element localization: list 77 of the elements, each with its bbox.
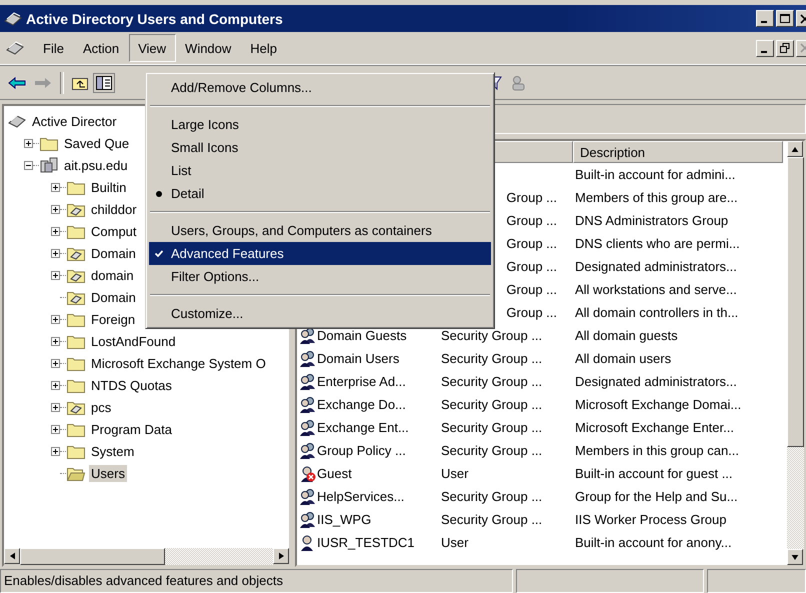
table-cell: Microsoft Exchange Enter... [575,420,734,435]
status-text: Enables/disables advanced features and objects [0,569,513,593]
table-cell: IIS Worker Process Group [575,512,726,527]
table-cell: Built-in account for guest ... [575,466,733,481]
tree-item[interactable]: Saved Que [62,134,132,152]
table-cell: Security Group ... [441,328,542,343]
menu-item[interactable]: File [34,34,74,62]
tree-item[interactable]: Microsoft Exchange System O [89,354,268,372]
table-cell: Group ... [506,190,557,205]
menu-item[interactable]: Customize... [149,302,491,325]
table-cell: Built-in account for admini... [575,167,736,182]
table-cell: Exchange Ent... [317,420,409,435]
table-cell: Group ... [506,282,557,297]
tree-item[interactable]: System [89,442,136,460]
table-cell: Group ... [506,259,557,274]
table-cell: Enterprise Ad... [317,374,406,389]
table-cell: IUSR_TESTDC1 [317,535,415,550]
table-cell: Domain Users [317,351,400,366]
table-cell: Group for the Help and Su... [575,489,738,504]
table-cell: User [441,466,468,481]
table-cell: Security Group ... [441,397,542,412]
menu-item[interactable]: Add/Remove Columns... [149,76,491,99]
table-cell: Security Group ... [441,351,542,366]
table-cell: Security Group ... [441,512,542,527]
tree-item[interactable]: Builtin [89,178,128,196]
menu-item[interactable]: List [149,159,491,182]
table-cell: All domain guests [575,328,678,343]
tree-item[interactable]: Program Data [89,420,174,438]
tree-item[interactable]: Active Director [30,112,119,130]
table-cell: Security Group ... [441,489,542,504]
menu-item[interactable]: Large Icons [149,113,491,136]
table-cell: Security Group ... [441,420,542,435]
menu-item[interactable]: Users, Groups, and Computers as containers [149,219,491,242]
table-cell: All workstations and serve... [575,282,737,297]
table-cell: Group Policy ... [317,443,406,458]
tree-item[interactable]: childdor [89,200,139,218]
menu-item[interactable]: Advanced Features [149,242,491,265]
tree-item[interactable]: Foreign [89,310,138,328]
column-header[interactable]: Description [573,141,783,163]
table-cell: All domain users [575,351,672,366]
table-cell: User [441,535,468,550]
menu-item[interactable]: Small Icons [149,136,491,159]
tree-item[interactable]: domain [89,266,136,284]
table-cell: DNS Administrators Group [575,213,728,228]
table-cell: Group ... [506,236,557,251]
table-cell: Exchange Do... [317,397,406,412]
table-cell: Security Group ... [441,443,542,458]
menu-item[interactable]: Window [176,34,242,62]
table-cell: HelpServices... [317,489,404,504]
menu-item[interactable]: Help [241,34,288,62]
tree-item[interactable]: pcs [89,398,114,416]
table-cell: Built-in account for anony... [575,535,732,550]
table-cell: IIS_WPG [317,512,372,527]
tree-item[interactable]: Domain [89,288,138,306]
table-cell: Microsoft Exchange Domai... [575,397,742,412]
table-cell: Guest [317,466,352,481]
menu-item[interactable]: Filter Options... [149,265,491,288]
table-cell: Group ... [506,213,557,228]
tree-item[interactable]: ait.psu.edu [62,156,130,174]
tree-item[interactable]: Comput [89,222,139,240]
table-cell: Designated administrators... [575,259,737,274]
window-title: Active Directory Users and Computers [26,10,284,26]
table-cell: Group ... [506,305,557,320]
table-cell: Security Group ... [441,374,542,389]
menu-item[interactable]: View [129,34,176,62]
tree-item[interactable]: Domain [89,244,138,262]
table-cell: All domain controllers in th... [575,305,738,320]
menu-item[interactable]: Detail [149,182,491,205]
table-cell: Members in this group can... [575,443,740,458]
table-cell: Designated administrators... [575,374,737,389]
tree-item[interactable]: LostAndFound [89,332,178,350]
tree-item[interactable]: Users [89,464,127,482]
menu-item[interactable]: Action [74,34,130,62]
table-cell: DNS clients who are permi... [575,236,740,251]
table-cell: Domain Guests [317,328,407,343]
table-cell: Members of this group are... [575,190,738,205]
tree-item[interactable]: NTDS Quotas [89,376,174,394]
